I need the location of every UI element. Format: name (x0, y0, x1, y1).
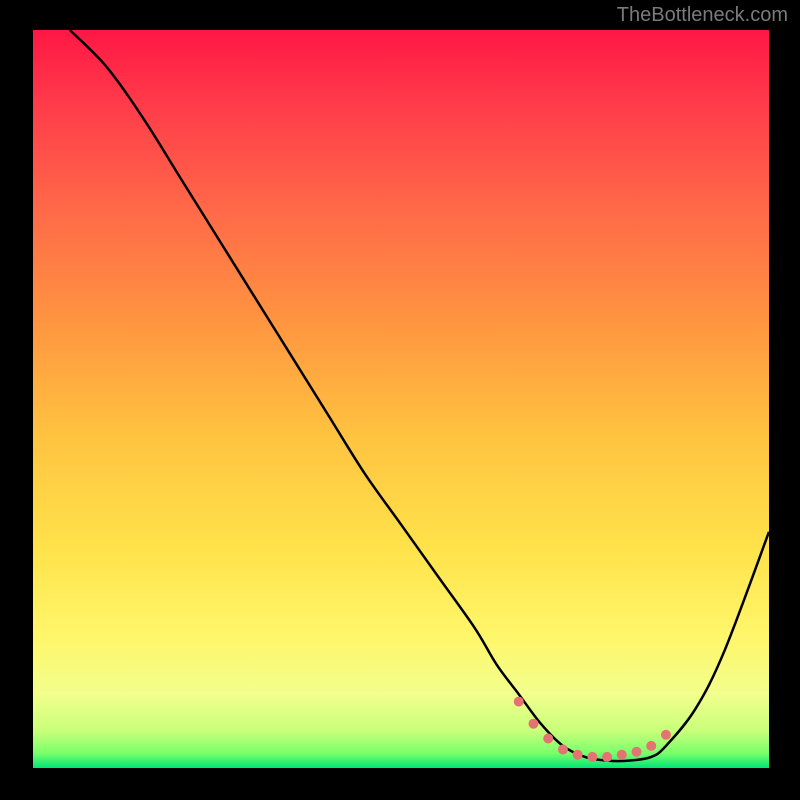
marker-point (528, 719, 538, 729)
marker-point (573, 750, 583, 760)
chart-svg (33, 30, 769, 768)
gradient-background (33, 30, 769, 768)
chart-plot-area (33, 30, 769, 768)
marker-point (514, 697, 524, 707)
marker-point (543, 733, 553, 743)
marker-point (602, 752, 612, 762)
attribution-text: TheBottleneck.com (617, 4, 788, 27)
marker-point (632, 747, 642, 757)
marker-point (558, 745, 568, 755)
marker-point (587, 752, 597, 762)
marker-point (617, 750, 627, 760)
marker-point (646, 741, 656, 751)
marker-point (661, 730, 671, 740)
